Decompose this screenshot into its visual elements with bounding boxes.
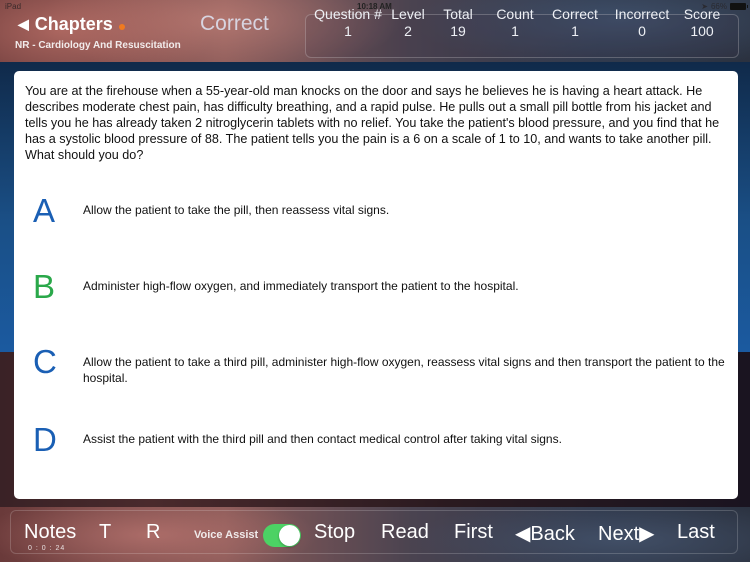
stat-label: Incorrect	[614, 6, 670, 22]
device-label: iPad	[5, 2, 22, 11]
stat-value: 0	[638, 23, 646, 39]
stat-count: Count 1	[490, 6, 540, 39]
stat-correct: Correct 1	[549, 6, 601, 39]
answer-option-a[interactable]: A Allow the patient to take the pill, th…	[14, 191, 738, 231]
answer-letter: A	[33, 192, 56, 229]
stat-label: Correct	[552, 6, 598, 22]
next-button[interactable]: Next▶	[598, 521, 655, 546]
voice-assist-label: Voice Assist	[194, 529, 259, 541]
answer-text: Assist the patient with the third pill a…	[83, 432, 562, 446]
stop-button[interactable]: Stop	[314, 521, 355, 544]
answer-letter: C	[33, 343, 57, 380]
stat-value: 1	[571, 23, 579, 39]
read-button[interactable]: Read	[381, 521, 429, 544]
stat-label: Level	[391, 6, 425, 22]
answer-text: Allow the patient to take the pill, then…	[83, 203, 390, 217]
stat-value: 19	[450, 23, 466, 39]
answer-option-b[interactable]: B Administer high-flow oxygen, and immed…	[14, 267, 738, 307]
notification-dot-icon	[118, 23, 125, 30]
stat-label: Count	[496, 6, 534, 22]
t-button[interactable]: T	[99, 521, 111, 544]
stat-value: 1	[344, 23, 352, 39]
first-button[interactable]: First	[454, 521, 493, 544]
answer-option-c[interactable]: C Allow the patient to take a third pill…	[14, 344, 738, 388]
stat-label: Score	[683, 6, 721, 22]
answer-text: Allow the patient to take a third pill, …	[83, 355, 725, 385]
stat-value: 100	[690, 23, 714, 39]
last-button[interactable]: Last	[677, 521, 715, 544]
chapters-label: Chapters	[34, 14, 113, 34]
back-arrow-icon: ◀	[18, 16, 29, 32]
chapters-back-button[interactable]: ◀ Chapters	[18, 14, 125, 35]
stat-total: Total 19	[437, 6, 479, 39]
answer-letter: D	[33, 421, 57, 458]
stat-incorrect: Incorrect 0	[611, 6, 673, 39]
stat-label: Total	[443, 6, 473, 22]
battery-icon	[730, 3, 748, 10]
result-status: Correct	[200, 12, 269, 35]
r-button[interactable]: R	[146, 521, 160, 544]
answer-letter: B	[33, 268, 56, 305]
stat-level: Level 2	[387, 6, 429, 39]
answer-option-d[interactable]: D Assist the patient with the third pill…	[14, 421, 738, 461]
elapsed-timer: 0 : 0 : 24	[28, 545, 66, 552]
notes-button[interactable]: Notes	[24, 521, 76, 544]
toggle-knob	[279, 525, 300, 546]
voice-assist-toggle[interactable]	[263, 524, 301, 547]
question-card: You are at the firehouse when a 55-year-…	[14, 71, 738, 499]
question-text: You are at the firehouse when a 55-year-…	[25, 84, 720, 162]
chapter-name: NR - Cardiology And Resuscitation	[15, 40, 181, 51]
back-button[interactable]: ◀Back	[515, 521, 575, 546]
stat-label: Question #	[314, 6, 382, 22]
answer-text: Administer high-flow oxygen, and immedia…	[83, 279, 519, 293]
stat-question-number: Question # 1	[308, 6, 388, 39]
stat-value: 2	[404, 23, 412, 39]
stat-score: Score 100	[680, 6, 724, 39]
stat-value: 1	[511, 23, 519, 39]
